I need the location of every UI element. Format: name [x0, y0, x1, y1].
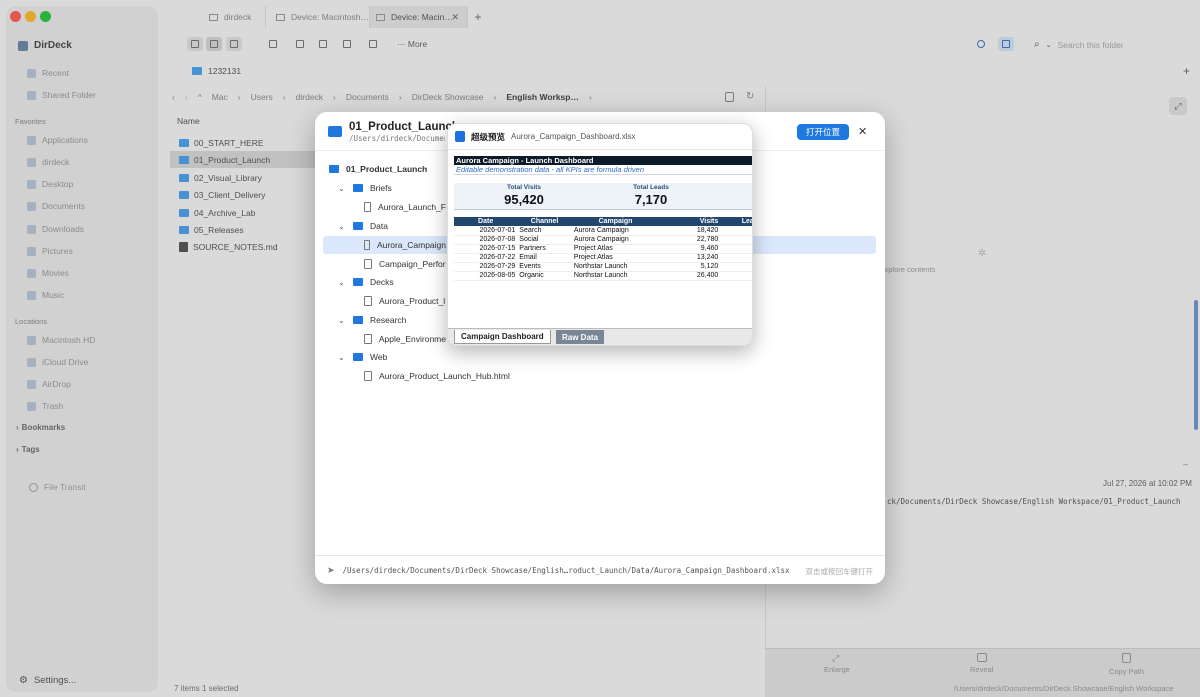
table-cell: 2026-07-08 — [454, 235, 518, 245]
table-cell: 1,4 — [720, 253, 752, 263]
preview-app-icon — [455, 131, 465, 142]
chevron-down-icon: ⌄ — [338, 277, 345, 287]
kpi-value: 95,420 — [504, 192, 544, 207]
kpi-value: $1 — [714, 192, 753, 207]
table-cell: Project Atlas — [571, 253, 660, 263]
table-cell: Northstar Launch — [571, 262, 660, 272]
file-icon — [364, 259, 372, 269]
tree-folder-research[interactable]: ⌄ Research — [338, 311, 406, 329]
close-icon[interactable]: ✕ — [858, 125, 867, 138]
table-row: 2026-07-29EventsNorthstar Launch5,1207 — [454, 262, 752, 272]
footer-path: /Users/dirdeck/Documents/DirDeck Showcas… — [342, 565, 790, 575]
tree-file-selected[interactable]: Aurora_Campaign — [364, 236, 446, 254]
table-cell: Aurora Campaign — [571, 235, 660, 245]
sheet-tab-bar: Campaign Dashboard Raw Data — [448, 328, 752, 345]
table-cell: Organic — [517, 271, 572, 281]
kpi-strip: Total Visits 95,420 Total Leads 7,170 To… — [454, 183, 753, 210]
table-cell: 5,120 — [659, 262, 721, 272]
table-body: 2026-07-01SearchAurora Campaign18,4201,2… — [454, 226, 752, 281]
table-cell: 26,400 — [659, 271, 721, 281]
sheet-heading: Aurora Campaign - Launch Dashboard — [454, 156, 752, 165]
column-header: Date — [454, 217, 518, 226]
table-cell: 1,2 — [720, 226, 752, 236]
table-cell: 8 — [720, 244, 752, 254]
kpi-label: To — [714, 184, 752, 191]
tree-root[interactable]: 01_Product_Launch — [329, 160, 427, 178]
folder-icon — [353, 222, 363, 230]
folder-icon — [353, 184, 363, 192]
table-cell: Northstar Launch — [571, 271, 660, 281]
kpi-label: Total Leads — [633, 184, 669, 191]
folder-icon — [353, 353, 363, 361]
sheet-subtitle: /Users/dirdeck/Documen — [349, 134, 445, 143]
column-header: Channel — [517, 217, 572, 226]
location-arrow-icon: ➤ — [327, 564, 335, 575]
table-cell: Search — [517, 226, 572, 236]
sheet-note: Editable demonstration data - all KPIs a… — [454, 165, 752, 175]
app-window: DirDeck Recent Shared Folder Favorites A… — [0, 0, 1200, 697]
column-header: Campaign — [571, 217, 660, 226]
table-row: 2026-07-01SearchAurora Campaign18,4201,2 — [454, 226, 752, 236]
file-icon — [364, 371, 372, 381]
folder-icon — [353, 278, 363, 286]
table-cell: Partners — [517, 244, 572, 254]
sheet-tab-raw-data[interactable]: Raw Data — [556, 330, 605, 344]
folder-icon — [328, 126, 342, 137]
column-header: Visits — [659, 217, 721, 226]
column-header: Leads — [720, 217, 752, 226]
preview-header: 超级预览 Aurora_Campaign_Dashboard.xlsx — [448, 124, 752, 150]
table-cell: 18,420 — [659, 226, 721, 236]
table-cell: 9,460 — [659, 244, 721, 254]
table-cell: 2026-07-22 — [454, 253, 518, 263]
file-icon — [364, 296, 372, 306]
quick-preview-popover: 超级预览 Aurora_Campaign_Dashboard.xlsx Auro… — [447, 123, 753, 346]
data-table: DateChannelCampaignVisitsLeads 2026-07-0… — [454, 217, 752, 281]
table-cell: 2026-07-01 — [454, 226, 518, 236]
sheet-footer: ➤ /Users/dirdeck/Documents/DirDeck Showc… — [315, 555, 885, 584]
tree-file[interactable]: Aurora_Product_l — [364, 292, 446, 310]
tree-file[interactable]: Apple_Environme — [364, 330, 446, 348]
table-cell: 2026-07-15 — [454, 244, 518, 254]
chevron-down-icon: ⌄ — [338, 315, 345, 325]
sheet-title: 01_Product_Launch — [349, 121, 459, 133]
table-cell: Events — [517, 262, 572, 272]
table-row: 2026-07-08SocialAurora Campaign22,7801,5 — [454, 235, 752, 245]
table-cell: 1,5 — [720, 235, 752, 245]
chevron-down-icon: ⌄ — [338, 183, 345, 193]
tree-folder-data[interactable]: ⌄ Data — [338, 217, 388, 235]
open-hint: 双击或按回车键打开 — [805, 567, 874, 576]
table-header-row: DateChannelCampaignVisitsLeads — [454, 217, 752, 226]
table-cell: Email — [517, 253, 572, 263]
chevron-down-icon: ⌄ — [338, 221, 345, 231]
table-cell: 2026-07-29 — [454, 262, 518, 272]
chevron-down-icon: ⌄ — [338, 352, 345, 362]
tree-file[interactable]: Aurora_Product_Launch_Hub.html — [364, 367, 510, 385]
table-row: 2026-08-05OrganicNorthstar Launch26,4001… — [454, 271, 752, 281]
table-row: 2026-07-15PartnersProject Atlas9,4608 — [454, 244, 752, 254]
tree-folder-web[interactable]: ⌄ Web — [338, 348, 387, 366]
table-cell: 13,240 — [659, 253, 721, 263]
folder-icon — [353, 316, 363, 324]
kpi-label: Total Visits — [506, 184, 542, 191]
table-cell: Social — [517, 235, 572, 245]
folder-icon — [329, 165, 339, 173]
table-cell: 22,780 — [659, 235, 721, 245]
table-cell: Aurora Campaign — [571, 226, 660, 236]
tree-file[interactable]: Campaign_Perfor — [364, 255, 446, 273]
tree-folder-briefs[interactable]: ⌄ Briefs — [338, 179, 392, 197]
table-cell: 1,3 — [720, 271, 752, 281]
file-icon — [364, 202, 371, 212]
table-cell: 7 — [720, 262, 752, 272]
tree-folder-decks[interactable]: ⌄ Decks — [338, 273, 394, 291]
file-icon — [364, 240, 371, 250]
table-row: 2026-07-22EmailProject Atlas13,2401,4 — [454, 253, 752, 263]
sheet-tab-dashboard[interactable]: Campaign Dashboard — [454, 330, 551, 344]
spreadsheet-preview: Aurora Campaign - Launch Dashboard Edita… — [454, 156, 753, 328]
open-location-button[interactable]: 打开位置 — [797, 124, 849, 140]
tree-file[interactable]: Aurora_Launch_F — [364, 198, 446, 216]
kpi-value: 7,170 — [634, 192, 668, 207]
file-icon — [364, 334, 372, 344]
table-cell: 2026-08-05 — [454, 271, 518, 281]
table-cell: Project Atlas — [571, 244, 660, 254]
